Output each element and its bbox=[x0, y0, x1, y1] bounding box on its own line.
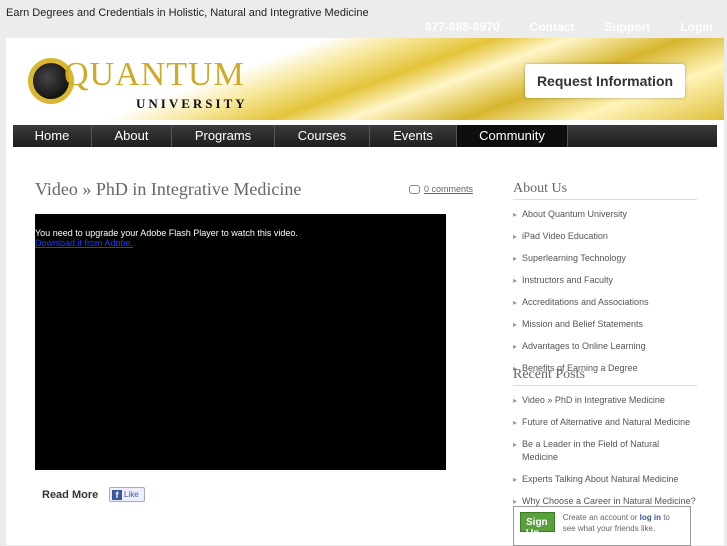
logo-sub: UNIVERSITY bbox=[136, 96, 248, 111]
about-widget: About Us About Quantum UniversityiPad Vi… bbox=[513, 181, 697, 380]
read-more-button[interactable]: Read More bbox=[42, 489, 98, 501]
nav-community[interactable]: Community bbox=[457, 125, 568, 147]
contact-link[interactable]: Contact bbox=[530, 20, 575, 34]
login-link[interactable]: Login bbox=[680, 20, 713, 34]
about-item[interactable]: Advantages to Online Learning bbox=[513, 336, 697, 358]
top-links: 877-888-8970 Contact Support Login bbox=[425, 20, 713, 34]
logo[interactable]: QUANTUM UNIVERSITY bbox=[20, 52, 245, 114]
about-item[interactable]: Accreditations and Associations bbox=[513, 292, 697, 314]
like-label: Like bbox=[124, 490, 139, 499]
facebook-text: Create an account or log in to see what … bbox=[563, 512, 684, 540]
logo-name: QUANTUM bbox=[64, 56, 245, 93]
comments-link[interactable]: 0 comments bbox=[424, 184, 473, 194]
fb-login-link[interactable]: log in bbox=[640, 513, 661, 522]
flash-download-link[interactable]: Download it from Adobe. bbox=[35, 238, 446, 248]
site-tagline: Earn Degrees and Credentials in Holistic… bbox=[6, 7, 369, 19]
page: QUANTUM UNIVERSITY Request Information H… bbox=[6, 38, 724, 546]
about-item[interactable]: Mission and Belief Statements bbox=[513, 314, 697, 336]
recent-item[interactable]: Experts Talking About Natural Medicine bbox=[513, 469, 697, 491]
recent-item[interactable]: Be a Leader in the Field of Natural Medi… bbox=[513, 434, 697, 469]
recent-item[interactable]: Future of Alternative and Natural Medici… bbox=[513, 412, 697, 434]
post-title: Video » PhD in Integrative Medicine bbox=[35, 179, 302, 199]
flash-message: You need to upgrade your Adobe Flash Pla… bbox=[35, 228, 298, 238]
recent-heading: Recent Posts bbox=[513, 367, 697, 386]
comments: 0 comments bbox=[409, 184, 473, 194]
about-item[interactable]: iPad Video Education bbox=[513, 226, 697, 248]
recent-posts-widget: Recent Posts Video » PhD in Integrative … bbox=[513, 367, 697, 513]
about-item[interactable]: Instructors and Faculty bbox=[513, 270, 697, 292]
fb-text-1: Create an account or bbox=[562, 513, 640, 522]
nav-courses[interactable]: Courses bbox=[275, 125, 370, 147]
main-nav: Home About Programs Courses Events Commu… bbox=[13, 125, 717, 147]
nav-home[interactable]: Home bbox=[13, 125, 92, 147]
about-item[interactable]: About Quantum University bbox=[513, 204, 697, 226]
sign-up-button[interactable]: Sign Up bbox=[520, 512, 555, 539]
facebook-icon: f bbox=[112, 489, 122, 500]
nav-programs[interactable]: Programs bbox=[172, 125, 275, 147]
phone-link[interactable]: 877-888-8970 bbox=[425, 20, 500, 34]
about-item[interactable]: Superlearning Technology bbox=[513, 248, 697, 270]
video-player[interactable]: You need to upgrade your Adobe Flash Pla… bbox=[35, 214, 446, 470]
comment-icon bbox=[409, 184, 420, 194]
recent-item[interactable]: Video » PhD in Integrative Medicine bbox=[513, 390, 697, 412]
about-heading: About Us bbox=[513, 181, 697, 200]
nav-events[interactable]: Events bbox=[370, 125, 457, 147]
facebook-like-button[interactable]: f Like bbox=[109, 487, 145, 502]
facebook-widget: Sign Up Create an account or log in to s… bbox=[513, 506, 691, 546]
request-information-button[interactable]: Request Information bbox=[525, 64, 685, 98]
support-link[interactable]: Support bbox=[604, 20, 650, 34]
nav-about[interactable]: About bbox=[92, 125, 172, 147]
